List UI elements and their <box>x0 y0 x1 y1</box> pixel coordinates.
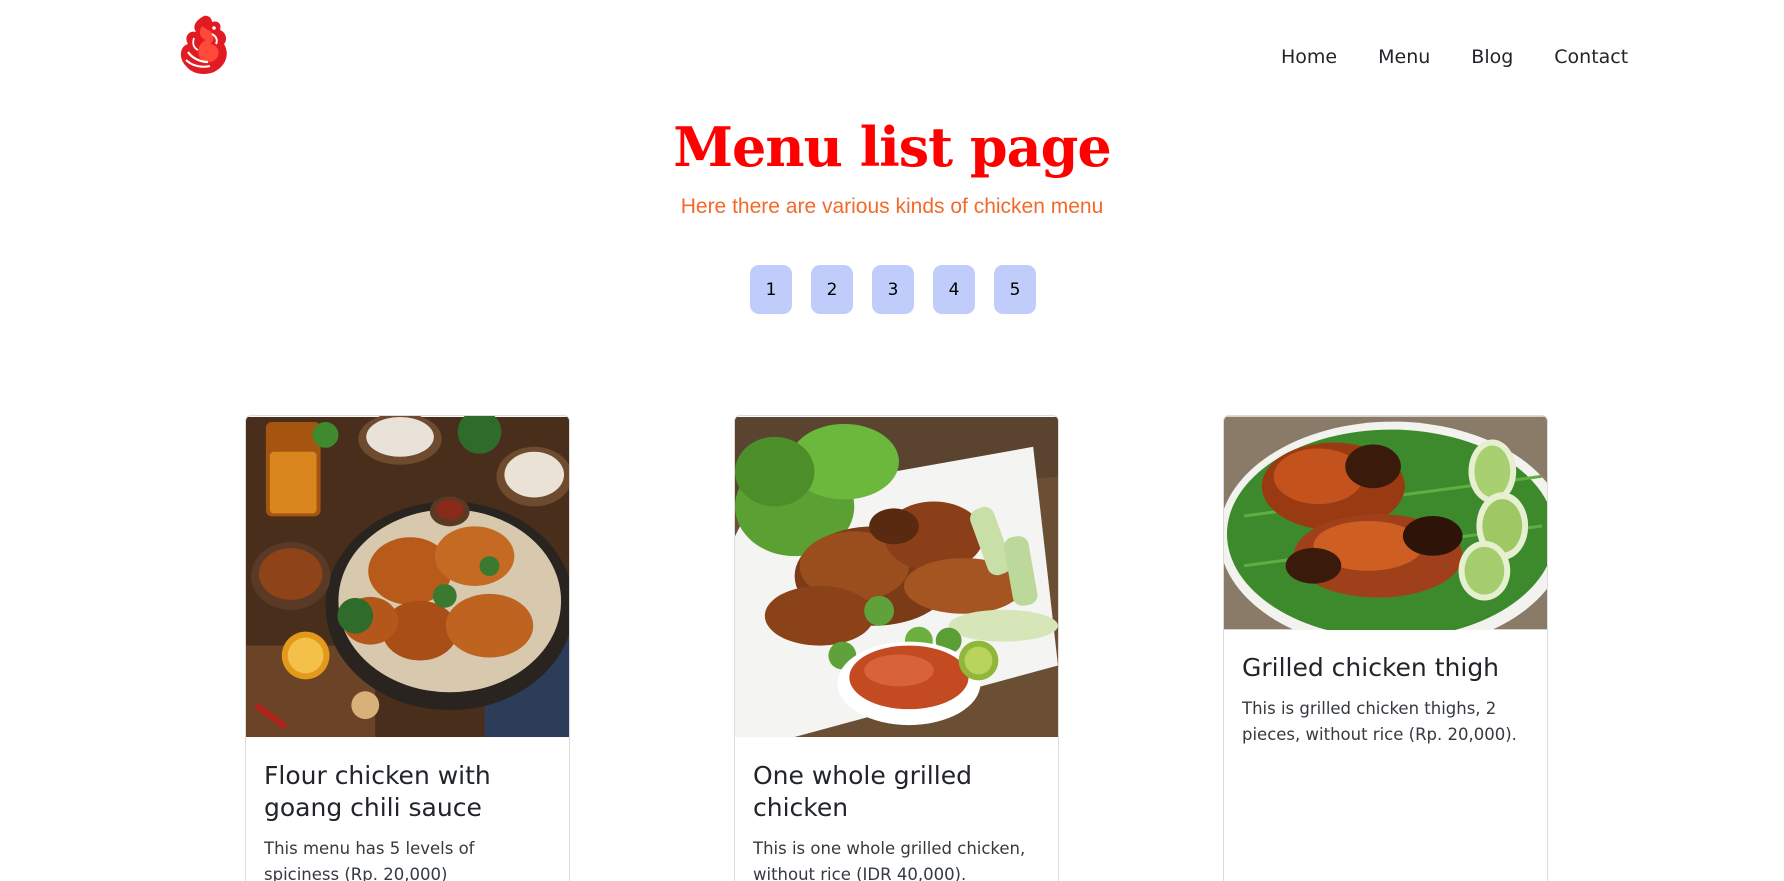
card-title: Grilled chicken thigh <box>1242 653 1500 682</box>
page-subtitle: Here there are various kinds of chicken … <box>680 195 1104 218</box>
nav-link-home[interactable]: Home <box>1281 46 1337 68</box>
menu-card-whole-grilled-chicken[interactable]: One whole grilled chicken This is one wh… <box>734 415 1059 881</box>
page-title: Menu list page <box>673 115 1112 179</box>
page-button-5[interactable]: 5 <box>994 265 1036 314</box>
pagination: 1 2 3 4 5 <box>750 265 1036 314</box>
card-title: Flour chicken with goang chili sauce <box>264 761 491 822</box>
page-button-2[interactable]: 2 <box>811 265 853 314</box>
menu-card-grilled-chicken-thigh[interactable]: Grilled chicken thigh This is grilled ch… <box>1223 415 1548 881</box>
page-button-4[interactable]: 4 <box>933 265 975 314</box>
card-body: One whole grilled chicken This is one wh… <box>735 738 1058 881</box>
grilled-chicken-image <box>735 416 1058 738</box>
nav-link-menu[interactable]: Menu <box>1378 46 1430 68</box>
grilled-thigh-image <box>1224 416 1547 630</box>
navbar: Home Menu Blog Contact <box>0 0 1784 95</box>
card-text: This is grilled chicken thighs, 2 pieces… <box>1242 699 1517 744</box>
page-button-1[interactable]: 1 <box>750 265 792 314</box>
card-text: This is one whole grilled chicken, witho… <box>753 839 1026 881</box>
card-body: Grilled chicken thigh This is grilled ch… <box>1224 630 1547 748</box>
page-button-3[interactable]: 3 <box>872 265 914 314</box>
nav-links: Home Menu Blog Contact <box>1281 46 1628 68</box>
card-text: This menu has 5 levels of spiciness (Rp.… <box>264 839 475 881</box>
nav-link-blog[interactable]: Blog <box>1471 46 1513 68</box>
menu-card-fried-chicken[interactable]: Flour chicken with goang chili sauce Thi… <box>245 415 570 881</box>
card-body: Flour chicken with goang chili sauce Thi… <box>246 738 569 881</box>
card-title: One whole grilled chicken <box>753 761 972 822</box>
nav-link-contact[interactable]: Contact <box>1554 46 1628 68</box>
fried-chicken-image <box>246 416 569 738</box>
flame-rooster-logo-icon[interactable] <box>174 12 232 78</box>
